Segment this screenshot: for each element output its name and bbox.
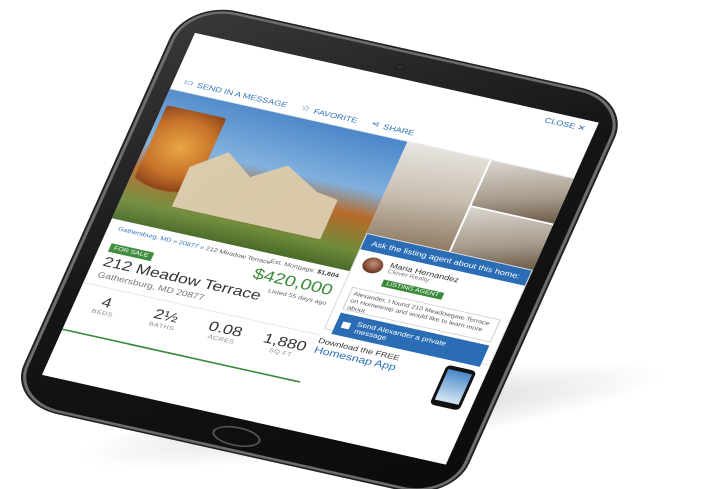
breadcrumb-city[interactable]: Gathersburg, MD (117, 227, 173, 244)
camera-icon (394, 62, 407, 72)
close-button[interactable]: CLOSE ✕ (543, 116, 587, 133)
breadcrumb-zip[interactable]: 20877 (178, 240, 200, 250)
close-icon: ✕ (576, 123, 587, 133)
share-label: SHARE (381, 122, 417, 137)
mortgage-value: $1,604 (316, 269, 340, 280)
scene: CLOSE ✕ ▭ SEND IN A MESSAGE ☆ FAVORITE ⋖… (0, 0, 703, 489)
chat-icon: ▭ (182, 77, 196, 89)
star-icon: ☆ (299, 103, 312, 114)
share-icon: ⋖ (369, 119, 382, 130)
close-label: CLOSE (543, 116, 577, 131)
avatar (359, 255, 387, 276)
checkbox-icon[interactable] (340, 321, 352, 330)
